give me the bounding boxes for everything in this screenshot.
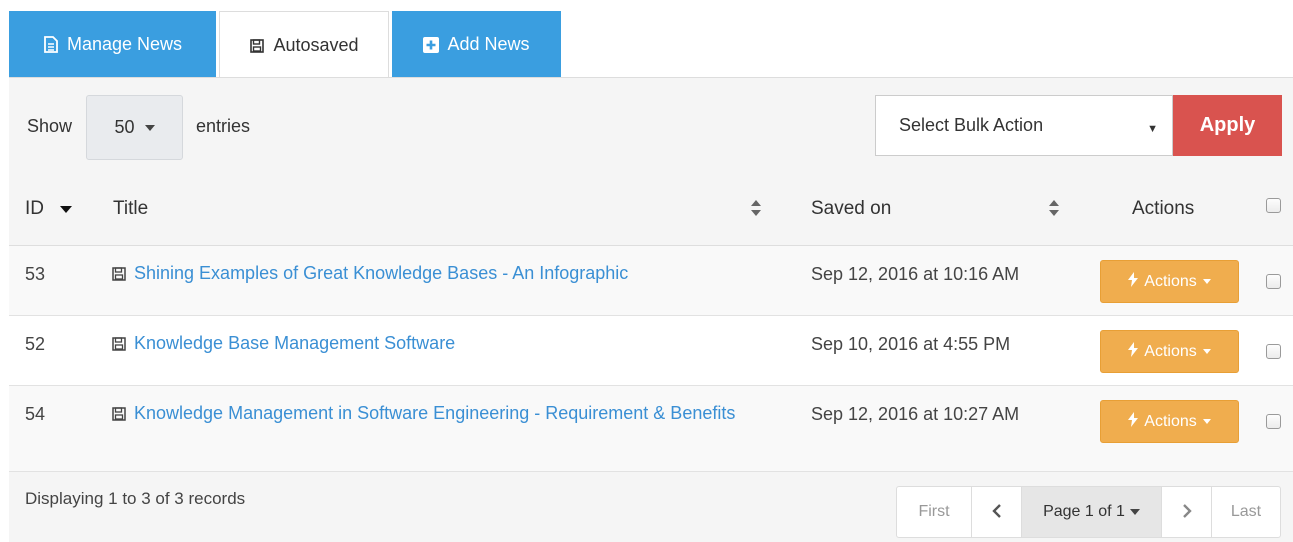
- floppy-disk-icon: [112, 330, 128, 360]
- sort-desc-icon: [60, 205, 72, 213]
- caret-down-icon: [1202, 279, 1211, 284]
- row-title-cell: Knowledge Management in Software Enginee…: [112, 398, 762, 430]
- row-actions-label: Actions: [1144, 272, 1197, 290]
- row-title-cell: Knowledge Base Management Software: [112, 328, 762, 360]
- row-id: 54: [25, 404, 46, 424]
- bulk-action-select[interactable]: Select Bulk Action ▼: [875, 95, 1173, 156]
- row-title-cell: Shining Examples of Great Knowledge Base…: [112, 258, 762, 290]
- caret-down-icon: [144, 124, 155, 131]
- first-page-button[interactable]: First: [897, 487, 972, 537]
- show-label: Show: [27, 116, 73, 136]
- page-select[interactable]: Page 1 of 1: [1022, 487, 1162, 537]
- last-page-button[interactable]: Last: [1212, 487, 1280, 537]
- chevron-left-icon: [991, 501, 1002, 524]
- column-header-id-label: ID: [25, 198, 44, 219]
- tab-autosaved-label: Autosaved: [273, 35, 359, 55]
- tab-manage-news[interactable]: Manage News: [9, 11, 216, 78]
- prev-page-button[interactable]: [972, 487, 1022, 537]
- select-all-checkbox[interactable]: [1266, 198, 1281, 213]
- records-summary: Displaying 1 to 3 of 3 records: [25, 489, 246, 508]
- caret-down-icon: [1202, 419, 1211, 424]
- bulk-action-value: Select Bulk Action: [899, 115, 1044, 135]
- row-title-link[interactable]: Shining Examples of Great Knowledge Base…: [134, 263, 628, 283]
- row-checkbox[interactable]: [1266, 274, 1281, 289]
- row-title-link[interactable]: Knowledge Management in Software Enginee…: [134, 403, 735, 423]
- column-header-saved-on[interactable]: Saved on: [811, 198, 891, 220]
- page-size-value: 50: [114, 117, 135, 137]
- column-header-id[interactable]: ID: [25, 198, 72, 220]
- plus-square-icon: [423, 36, 440, 54]
- dropdown-arrow-icon: ▼: [1147, 123, 1158, 135]
- row-checkbox[interactable]: [1266, 414, 1281, 429]
- table-row: 53 Shining Examples of Great Knowledge B…: [9, 246, 1293, 316]
- pagination: First Page 1 of 1 Last: [896, 486, 1281, 538]
- document-icon: [43, 36, 59, 54]
- sort-icon[interactable]: [750, 196, 762, 220]
- row-actions-button[interactable]: Actions: [1100, 400, 1239, 443]
- autosaved-panel: Show 50 entries Select Bulk Action ▼ App…: [9, 77, 1293, 542]
- row-actions-label: Actions: [1144, 342, 1197, 360]
- row-checkbox[interactable]: [1266, 344, 1281, 359]
- tab-add-news[interactable]: Add News: [392, 11, 561, 78]
- row-saved-on: Sep 12, 2016 at 10:27 AM: [811, 404, 1020, 424]
- page-size-select[interactable]: 50: [86, 95, 183, 160]
- bolt-icon: [1128, 411, 1139, 432]
- column-header-title[interactable]: Title: [113, 198, 148, 220]
- page-indicator: Page 1 of 1: [1043, 503, 1125, 520]
- row-saved-on: Sep 12, 2016 at 10:16 AM: [811, 264, 1020, 284]
- column-header-actions: Actions: [1132, 198, 1195, 219]
- row-title-link[interactable]: Knowledge Base Management Software: [134, 333, 455, 353]
- chevron-right-icon: [1182, 501, 1192, 524]
- row-saved-on: Sep 10, 2016 at 4:55 PM: [811, 334, 1011, 354]
- row-actions-button[interactable]: Actions: [1100, 330, 1239, 373]
- caret-down-icon: [1129, 509, 1140, 515]
- apply-button[interactable]: Apply: [1173, 95, 1282, 156]
- row-actions-button[interactable]: Actions: [1100, 260, 1239, 303]
- floppy-disk-icon: [112, 260, 128, 290]
- tab-manage-news-label: Manage News: [66, 34, 183, 54]
- table-row: 54 Knowledge Management in Software Engi…: [9, 386, 1293, 472]
- table-row: 52 Knowledge Base Management Software Se…: [9, 316, 1293, 386]
- tab-bar: Manage News Autosaved Add News: [9, 11, 561, 79]
- bolt-icon: [1128, 341, 1139, 362]
- row-actions-label: Actions: [1144, 412, 1197, 430]
- floppy-disk-icon: [249, 37, 265, 55]
- row-id: 52: [25, 334, 46, 354]
- tab-add-news-label: Add News: [447, 34, 530, 54]
- sort-icon[interactable]: [1048, 196, 1060, 220]
- next-page-button[interactable]: [1162, 487, 1212, 537]
- bolt-icon: [1128, 271, 1139, 292]
- tab-autosaved[interactable]: Autosaved: [219, 11, 389, 79]
- row-id: 53: [25, 264, 46, 284]
- floppy-disk-icon: [112, 400, 128, 430]
- caret-down-icon: [1202, 349, 1211, 354]
- entries-label: entries: [196, 116, 251, 136]
